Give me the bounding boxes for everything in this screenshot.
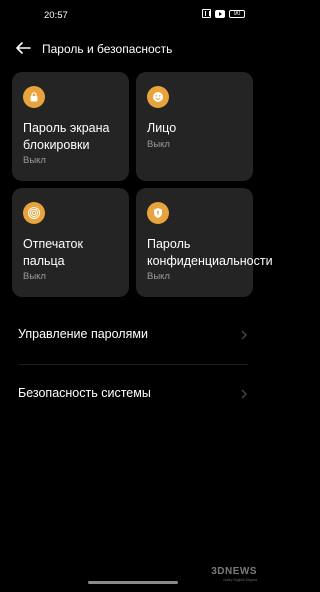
card-face[interactable]: Лицо Выкл (136, 72, 253, 181)
row-password-management[interactable]: Управление паролями (0, 314, 265, 358)
nfc-icon (202, 9, 211, 18)
status-time: 20:57 (44, 10, 68, 21)
home-indicator[interactable] (88, 581, 178, 584)
status-icons: 90 (202, 9, 245, 18)
watermark-logo: 3DNEWS (211, 566, 257, 577)
card-status: Выкл (23, 271, 46, 282)
page-title: Пароль и безопасность (42, 42, 173, 56)
row-system-security[interactable]: Безопасность системы (0, 373, 265, 417)
battery-icon: 90 (229, 9, 245, 18)
back-arrow-icon[interactable] (14, 39, 32, 57)
card-title: Пароль конфиденциальности (147, 237, 273, 268)
card-title: Пароль экрана блокировки (23, 121, 110, 152)
divider (18, 364, 248, 365)
battery-level: 90 (233, 10, 241, 17)
row-label: Безопасность системы (18, 386, 151, 400)
youtube-notification-icon (215, 9, 225, 18)
face-icon (147, 86, 169, 108)
card-screen-lock[interactable]: Пароль экрана блокировки Выкл (12, 72, 129, 181)
lock-icon (23, 86, 45, 108)
chevron-right-icon (241, 330, 247, 340)
watermark-subtitle: Daily Digital Digest (223, 577, 257, 582)
card-status: Выкл (23, 155, 46, 166)
row-label: Управление паролями (18, 327, 148, 341)
chevron-right-icon (241, 389, 247, 399)
fingerprint-icon (23, 202, 45, 224)
card-title: Лицо (147, 121, 177, 135)
card-status: Выкл (147, 271, 170, 282)
shield-icon (147, 202, 169, 224)
card-privacy-password[interactable]: Пароль конфиденциальности Выкл (136, 188, 273, 297)
status-bar: 20:57 90 (0, 0, 265, 30)
card-fingerprint[interactable]: Отпечаток пальца Выкл (12, 188, 129, 297)
header: Пароль и безопасность (0, 33, 265, 63)
card-title: Отпечаток пальца (23, 237, 83, 268)
card-status: Выкл (147, 139, 170, 150)
watermark: 3DNEWS Daily Digital Digest (211, 566, 257, 582)
